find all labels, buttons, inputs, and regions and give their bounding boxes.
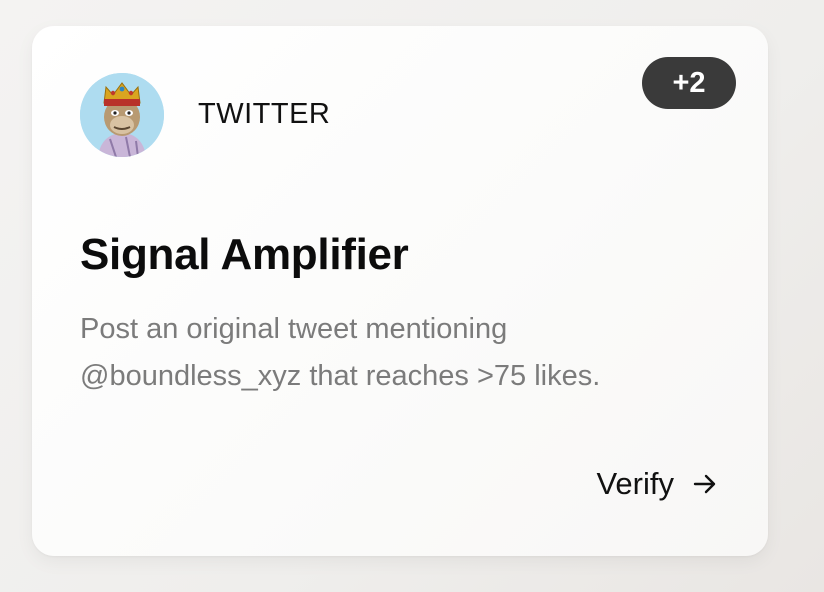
quest-description: Post an original tweet mentioning @bound… [80,313,601,392]
avatar [80,73,164,157]
quest-card: TWITTER +2 Signal Amplifier Post an orig… [32,26,768,556]
verify-button[interactable]: Verify [596,466,718,502]
quest-title: Signal Amplifier [80,230,409,279]
ape-avatar-icon [80,73,164,157]
count-badge: +2 [642,57,736,109]
platform-label: TWITTER [198,98,331,130]
arrow-right-icon [693,474,716,494]
verify-label: Verify [596,466,674,501]
